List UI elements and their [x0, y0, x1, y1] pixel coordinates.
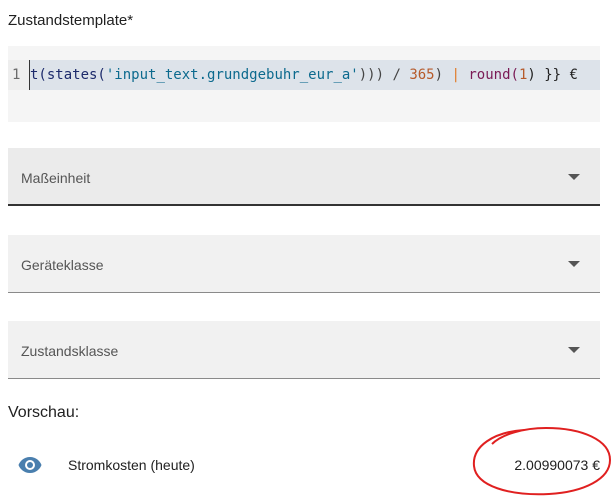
dropdown-arrow-icon[interactable]	[568, 174, 580, 180]
code-content[interactable]: t(states('input_text.grundgebuhr_eur_a')…	[30, 60, 600, 90]
template-code-editor[interactable]: 1 t(states('input_text.grundgebuhr_eur_a…	[8, 46, 600, 122]
code-token: )	[434, 67, 452, 83]
dropdown-arrow-icon[interactable]	[568, 347, 580, 353]
template-field-label: Zustandstemplate*	[8, 12, 134, 29]
code-token-number: 365	[409, 67, 435, 83]
red-circle-annotation	[472, 426, 612, 496]
state-class-select[interactable]: Zustandsklasse	[8, 321, 600, 379]
preview-heading: Vorschau:	[8, 404, 80, 421]
code-token-filter: round(	[459, 67, 519, 83]
unit-select[interactable]: Maßeinheit	[8, 148, 600, 206]
code-token-string: 'input_text.grundgebuhr_eur_a'	[105, 67, 359, 83]
line-number: 1	[8, 60, 30, 90]
device-class-select[interactable]: Geräteklasse	[8, 235, 600, 293]
entity-settings-page: Zustandstemplate* 1 t(states('input_text…	[0, 0, 616, 500]
dropdown-arrow-icon[interactable]	[568, 261, 580, 267]
code-token-pipe: |	[451, 67, 460, 83]
device-class-select-label: Geräteklasse	[21, 257, 104, 273]
state-class-select-label: Zustandsklasse	[21, 343, 119, 359]
code-token: states(	[46, 67, 106, 83]
code-line[interactable]: 1 t(states('input_text.grundgebuhr_eur_a…	[8, 60, 600, 90]
unit-select-label: Maßeinheit	[21, 170, 91, 186]
eye-icon	[18, 457, 42, 473]
code-token: ) }} €	[527, 67, 578, 83]
code-token: ))) /	[358, 67, 410, 83]
entity-name: Stromkosten (heute)	[68, 457, 195, 473]
code-token: t(	[30, 67, 47, 83]
